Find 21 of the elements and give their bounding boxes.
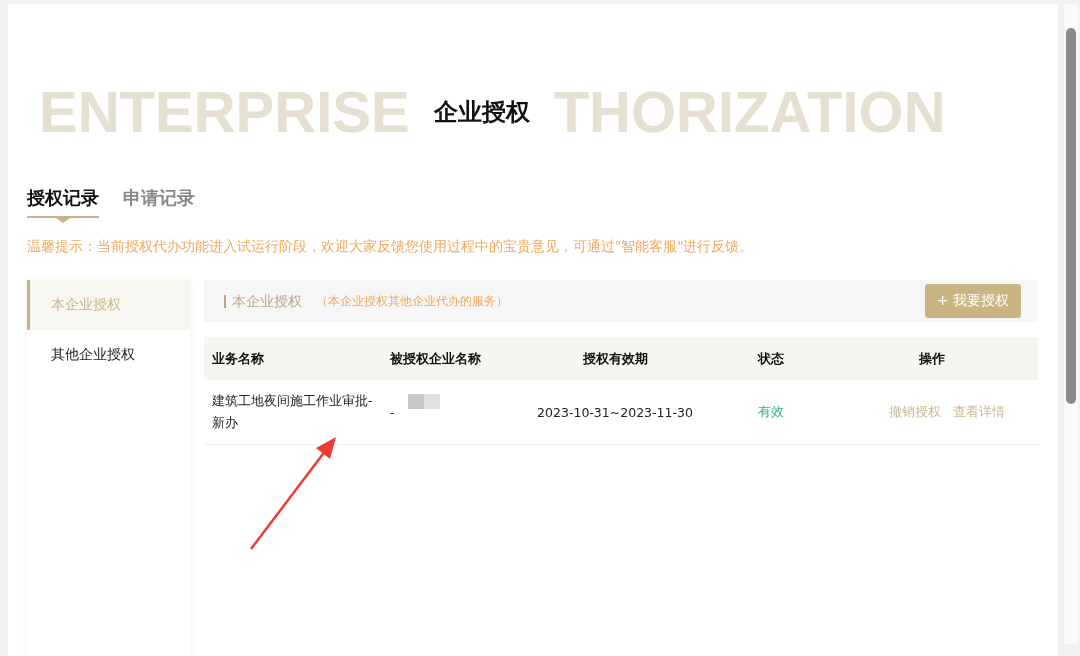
column-header: 操作 xyxy=(917,349,946,368)
scrollbar[interactable] xyxy=(1064,4,1078,644)
column-header: 被授权企业名称 xyxy=(390,349,482,368)
action-link[interactable]: 查看详情 xyxy=(952,403,1005,421)
section-hint: （本企业授权其他企业代办的服务） xyxy=(316,292,508,310)
table-cell: - xyxy=(390,406,395,420)
tab[interactable]: 授权记录 xyxy=(27,186,99,224)
status-text: 有效 xyxy=(757,403,785,421)
section-title: 本企业授权 xyxy=(224,294,302,308)
column-header: 授权有效期 xyxy=(581,349,649,368)
authorize-button[interactable]: + 我要授权 xyxy=(924,284,1021,318)
column-header: 状态 xyxy=(756,349,785,368)
notice-text: 温馨提示：当前授权代办功能进入试运行阶段，欢迎大家反馈您使用过程中的宝贵意见，可通过"智能客服"进行反馈。 xyxy=(27,238,755,256)
sidebar-item[interactable]: 其他企业授权 xyxy=(27,330,190,380)
page-title: 企业授权 xyxy=(433,97,530,128)
tab[interactable]: 申请记录 xyxy=(123,186,195,224)
table-cell-text: 建筑工地夜间施工作业审批-新办 xyxy=(211,392,374,432)
sidebar-item[interactable]: 本企业授权 xyxy=(27,280,190,330)
action-link[interactable]: 撤销授权 xyxy=(888,403,941,421)
table-cell-text: 2023-10-31~2023-11-30 xyxy=(536,404,694,420)
column-header: 业务名称 xyxy=(211,349,265,368)
